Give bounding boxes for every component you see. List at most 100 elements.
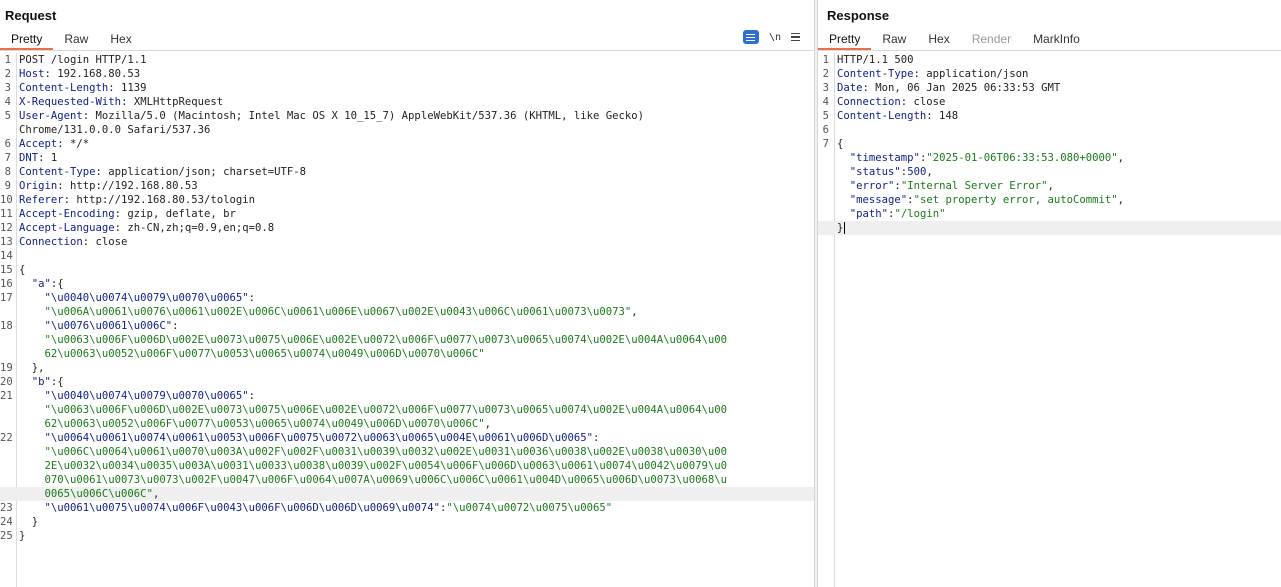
response-tab-pretty[interactable]: Pretty — [818, 30, 872, 50]
code-line[interactable]: 15 { — [0, 263, 814, 277]
line-text: User-Agent: Mozilla/5.0 (Macintosh; Inte… — [17, 109, 644, 123]
request-code[interactable]: 1 POST /login HTTP/1.1 2 Host: 192.168.80.5… — [0, 53, 814, 543]
code-line[interactable]: 22 "\u0064\u0061\u0074\u0061\u0053\u006F… — [0, 431, 814, 445]
code-line[interactable]: 62\u0063\u0052\u006F\u0077\u0053\u0065\u… — [0, 417, 814, 431]
line-text: POST /login HTTP/1.1 — [17, 53, 147, 67]
response-tab-render[interactable]: Render — [961, 30, 1022, 50]
response-editor[interactable]: 1 HTTP/1.1 500 2 Content-Type: application/… — [818, 53, 1281, 587]
code-line[interactable]: 5 User-Agent: Mozilla/5.0 (Macintosh; Int… — [0, 109, 814, 123]
code-line[interactable]: 9 Origin: http://192.168.80.53 — [0, 179, 814, 193]
line-text: "\u0076\u0061\u006C": — [17, 319, 179, 333]
code-token: , — [1117, 194, 1125, 206]
code-token: 500 — [907, 166, 927, 178]
code-line[interactable]: 2 Host: 192.168.80.53 — [0, 67, 814, 81]
code-line[interactable]: "message":"set property error, autoCommi… — [818, 193, 1281, 207]
line-text: } — [17, 515, 38, 529]
code-line[interactable]: 24 } — [0, 515, 814, 529]
code-line[interactable]: 4 Connection: close — [818, 95, 1281, 109]
code-line[interactable]: 21 "\u0040\u0074\u0079\u0070\u0065": — [0, 389, 814, 403]
code-line[interactable]: 23 "\u0061\u0075\u0074\u006F\u0043\u006F… — [0, 501, 814, 515]
code-line[interactable]: 12 Accept-Language: zh-CN,zh;q=0.9,en;q=0… — [0, 221, 814, 235]
code-line[interactable]: 6 — [818, 123, 1281, 137]
code-token: : application/json; charset=UTF-8 — [95, 166, 307, 178]
response-tab-markinfo[interactable]: MarkInfo — [1022, 30, 1091, 50]
line-text: Host: 192.168.80.53 — [17, 67, 140, 81]
code-line[interactable]: 2E\u0032\u0034\u0035\u003A\u0031\u0033\u… — [0, 459, 814, 473]
code-line[interactable]: 070\u0061\u0073\u0073\u002F\u0047\u006F\… — [0, 473, 814, 487]
code-line[interactable]: 17 "\u0040\u0074\u0079\u0070\u0065": — [0, 291, 814, 305]
code-line[interactable]: 14 — [0, 249, 814, 263]
line-number: 11 — [0, 208, 13, 220]
code-line[interactable]: 11 Accept-Encoding: gzip, deflate, br — [0, 207, 814, 221]
line-text: 62\u0063\u0052\u006F\u0077\u0053\u0065\u… — [17, 417, 491, 431]
code-token: : 192.168.80.53 — [44, 68, 141, 80]
code-token: 0065\u006C\u006C" — [44, 488, 153, 500]
code-line[interactable]: 7 DNT: 1 — [0, 151, 814, 165]
wrap-lines-icon[interactable] — [742, 30, 759, 44]
response-tab-raw[interactable]: Raw — [871, 30, 917, 50]
code-line[interactable]: } — [818, 221, 1281, 235]
response-tab-hex[interactable]: Hex — [917, 30, 960, 50]
line-text: Accept: */* — [17, 137, 89, 151]
code-line[interactable]: 2 Content-Type: application/json — [818, 67, 1281, 81]
code-line[interactable]: 0065\u006C\u006C", — [0, 487, 814, 501]
code-line[interactable]: "\u006C\u0064\u0061\u0070\u003A\u002F\u0… — [0, 445, 814, 459]
request-tab-pretty[interactable]: Pretty — [0, 30, 54, 50]
line-text: Origin: http://192.168.80.53 — [17, 179, 198, 193]
code-line[interactable]: "\u0063\u006F\u006D\u002E\u0073\u0075\u0… — [0, 333, 814, 347]
line-text: { — [835, 137, 843, 151]
line-number: 23 — [0, 502, 13, 514]
code-line[interactable]: "error":"Internal Server Error", — [818, 179, 1281, 193]
request-tab-hex[interactable]: Hex — [99, 30, 142, 50]
request-editor[interactable]: 1 POST /login HTTP/1.1 2 Host: 192.168.80.5… — [0, 53, 814, 587]
line-text: { — [17, 263, 25, 277]
code-line[interactable]: "\u006A\u0061\u0076\u0061\u002E\u006C\u0… — [0, 305, 814, 319]
code-line[interactable]: 6 Accept: */* — [0, 137, 814, 151]
code-line[interactable]: 18 "\u0076\u0061\u006C": — [0, 319, 814, 333]
code-line[interactable]: 62\u0063\u0052\u006F\u0077\u0053\u0065\u… — [0, 347, 814, 361]
code-line[interactable]: 1 HTTP/1.1 500 — [818, 53, 1281, 67]
line-text: X-Requested-With: XMLHttpRequest — [17, 95, 223, 109]
code-line[interactable]: 5 Content-Length: 148 — [818, 109, 1281, 123]
line-text: "\u006A\u0061\u0076\u0061\u002E\u006C\u0… — [17, 305, 638, 319]
code-token: POST /login HTTP/1.1 — [19, 54, 147, 66]
code-token: 2E\u0032\u0034\u0035\u003A\u0031\u0033\u… — [44, 460, 727, 472]
code-line[interactable]: 8 Content-Type: application/json; charset… — [0, 165, 814, 179]
code-line[interactable]: 3 Content-Length: 1139 — [0, 81, 814, 95]
code-line[interactable]: 10 Referer: http://192.168.80.53/tologin — [0, 193, 814, 207]
code-line[interactable]: "status":500, — [818, 165, 1281, 179]
line-number: 22 — [0, 432, 13, 444]
code-line[interactable]: 25} — [0, 529, 814, 543]
code-line[interactable]: 4 X-Requested-With: XMLHttpRequest — [0, 95, 814, 109]
code-line[interactable]: "timestamp":"2025-01-06T06:33:53.080+000… — [818, 151, 1281, 165]
hamburger-menu-icon[interactable] — [791, 33, 800, 41]
line-number: 3 — [822, 82, 829, 94]
code-token: , — [152, 488, 160, 500]
line-number: 15 — [0, 264, 13, 276]
request-tab-raw[interactable]: Raw — [53, 30, 99, 50]
code-line[interactable]: 13 Connection: close — [0, 235, 814, 249]
code-line[interactable]: 20 "b":{ — [0, 375, 814, 389]
line-number — [818, 207, 835, 221]
code-token: Connection — [19, 236, 83, 248]
line-text: "b":{ — [17, 375, 64, 389]
line-number: 13 — [0, 236, 13, 248]
code-token: DNT — [19, 152, 39, 164]
code-token: "Internal Server Error" — [900, 180, 1048, 192]
code-line[interactable]: 19 }, — [0, 361, 814, 375]
code-line[interactable]: 16 "a":{ — [0, 277, 814, 291]
code-token: , — [484, 418, 491, 430]
code-line[interactable]: "\u0063\u006F\u006D\u002E\u0073\u0075\u0… — [0, 403, 814, 417]
code-token: Content-Length — [19, 82, 109, 94]
line-text: "message":"set property error, autoCommi… — [835, 193, 1124, 207]
code-line[interactable]: 3 Date: Mon, 06 Jan 2025 06:33:53 GMT — [818, 81, 1281, 95]
code-line[interactable]: Chrome/131.0.0.0 Safari/537.36 — [0, 123, 814, 137]
code-line[interactable]: 7{ — [818, 137, 1281, 151]
code-line[interactable]: 1 POST /login HTTP/1.1 — [0, 53, 814, 67]
show-newlines-button[interactable]: \n — [769, 32, 781, 43]
code-line[interactable]: "path":"/login" — [818, 207, 1281, 221]
response-code[interactable]: 1 HTTP/1.1 500 2 Content-Type: application/… — [818, 53, 1281, 235]
